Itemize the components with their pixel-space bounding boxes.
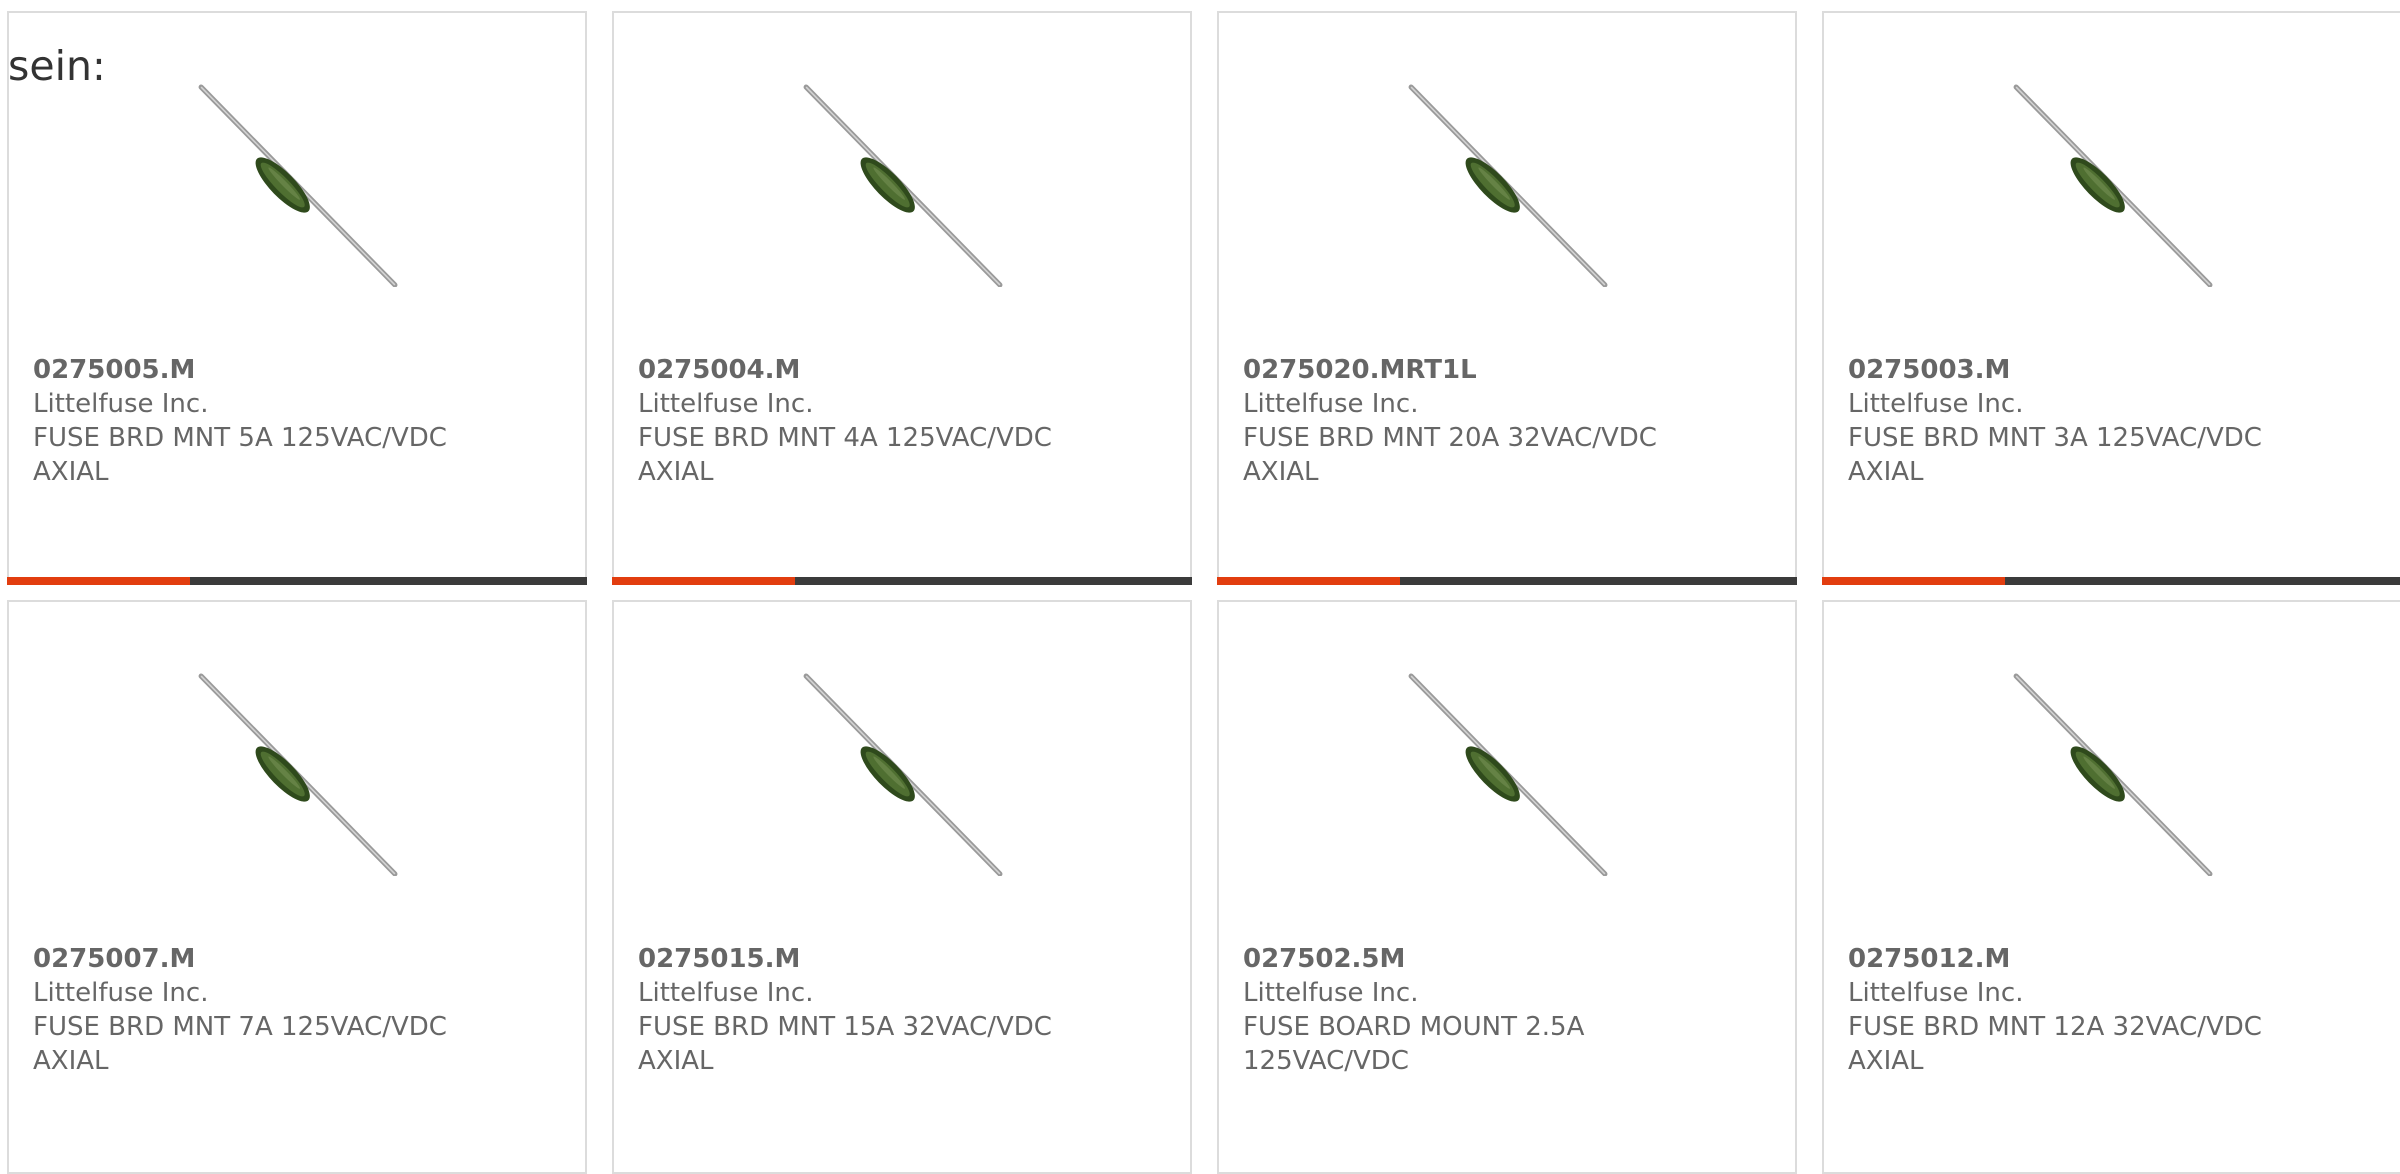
part-number[interactable]: 0275005.M [33, 353, 503, 387]
manufacturer: Littelfuse Inc. [1848, 389, 2024, 419]
product-grid: 0275005.M Littelfuse Inc. FUSE BRD MNT 5… [7, 11, 2400, 1174]
manufacturer: Littelfuse Inc. [1848, 978, 2024, 1008]
product-info: 0275005.M Littelfuse Inc. FUSE BRD MNT 5… [33, 353, 503, 489]
product-info: 0275007.M Littelfuse Inc. FUSE BRD MNT 7… [33, 942, 503, 1078]
part-number[interactable]: 027502.5M [1243, 942, 1713, 976]
description: FUSE BOARD MOUNT 2.5A 125VAC/VDC [1243, 1012, 1585, 1076]
product-info: 0275012.M Littelfuse Inc. FUSE BRD MNT 1… [1848, 942, 2318, 1078]
axial-fuse-icon [195, 83, 399, 287]
axial-fuse-icon [1405, 672, 1609, 876]
product-info: 0275004.M Littelfuse Inc. FUSE BRD MNT 4… [638, 353, 1108, 489]
card-footer-bar [612, 577, 1192, 585]
card-footer-bar [1217, 577, 1797, 585]
description: FUSE BRD MNT 20A 32VAC/VDC AXIAL [1243, 423, 1657, 487]
manufacturer: Littelfuse Inc. [33, 389, 209, 419]
manufacturer: Littelfuse Inc. [1243, 389, 1419, 419]
intro-text: sein: [8, 42, 106, 90]
product-card[interactable]: 0275012.M Littelfuse Inc. FUSE BRD MNT 1… [1822, 600, 2400, 1174]
part-number[interactable]: 0275012.M [1848, 942, 2318, 976]
description: FUSE BRD MNT 4A 125VAC/VDC AXIAL [638, 423, 1052, 487]
axial-fuse-icon [2010, 83, 2214, 287]
description: FUSE BRD MNT 3A 125VAC/VDC AXIAL [1848, 423, 2262, 487]
description: FUSE BRD MNT 15A 32VAC/VDC AXIAL [638, 1012, 1052, 1076]
card-footer-accent [1822, 577, 2005, 585]
product-info: 0275020.MRT1L Littelfuse Inc. FUSE BRD M… [1243, 353, 1713, 489]
part-number[interactable]: 0275015.M [638, 942, 1108, 976]
axial-fuse-icon [2010, 672, 2214, 876]
description: FUSE BRD MNT 12A 32VAC/VDC AXIAL [1848, 1012, 2262, 1076]
product-info: 0275003.M Littelfuse Inc. FUSE BRD MNT 3… [1848, 353, 2318, 489]
product-card[interactable]: 027502.5M Littelfuse Inc. FUSE BOARD MOU… [1217, 600, 1797, 1174]
manufacturer: Littelfuse Inc. [638, 389, 814, 419]
manufacturer: Littelfuse Inc. [638, 978, 814, 1008]
part-number[interactable]: 0275004.M [638, 353, 1108, 387]
product-card[interactable]: 0275004.M Littelfuse Inc. FUSE BRD MNT 4… [612, 11, 1192, 585]
manufacturer: Littelfuse Inc. [1243, 978, 1419, 1008]
product-info: 0275015.M Littelfuse Inc. FUSE BRD MNT 1… [638, 942, 1108, 1078]
product-card[interactable]: 0275007.M Littelfuse Inc. FUSE BRD MNT 7… [7, 600, 587, 1174]
product-card[interactable]: 0275015.M Littelfuse Inc. FUSE BRD MNT 1… [612, 600, 1192, 1174]
product-info: 027502.5M Littelfuse Inc. FUSE BOARD MOU… [1243, 942, 1713, 1078]
product-card[interactable]: 0275005.M Littelfuse Inc. FUSE BRD MNT 5… [7, 11, 587, 585]
card-footer-accent [612, 577, 795, 585]
axial-fuse-icon [195, 672, 399, 876]
card-footer-bar [7, 577, 587, 585]
card-footer-bar [1822, 577, 2400, 585]
axial-fuse-icon [800, 672, 1004, 876]
description: FUSE BRD MNT 5A 125VAC/VDC AXIAL [33, 423, 447, 487]
part-number[interactable]: 0275003.M [1848, 353, 2318, 387]
card-footer-accent [7, 577, 190, 585]
part-number[interactable]: 0275020.MRT1L [1243, 353, 1713, 387]
product-card[interactable]: 0275003.M Littelfuse Inc. FUSE BRD MNT 3… [1822, 11, 2400, 585]
axial-fuse-icon [1405, 83, 1609, 287]
description: FUSE BRD MNT 7A 125VAC/VDC AXIAL [33, 1012, 447, 1076]
manufacturer: Littelfuse Inc. [33, 978, 209, 1008]
card-footer-accent [1217, 577, 1400, 585]
part-number[interactable]: 0275007.M [33, 942, 503, 976]
product-card[interactable]: 0275020.MRT1L Littelfuse Inc. FUSE BRD M… [1217, 11, 1797, 585]
axial-fuse-icon [800, 83, 1004, 287]
